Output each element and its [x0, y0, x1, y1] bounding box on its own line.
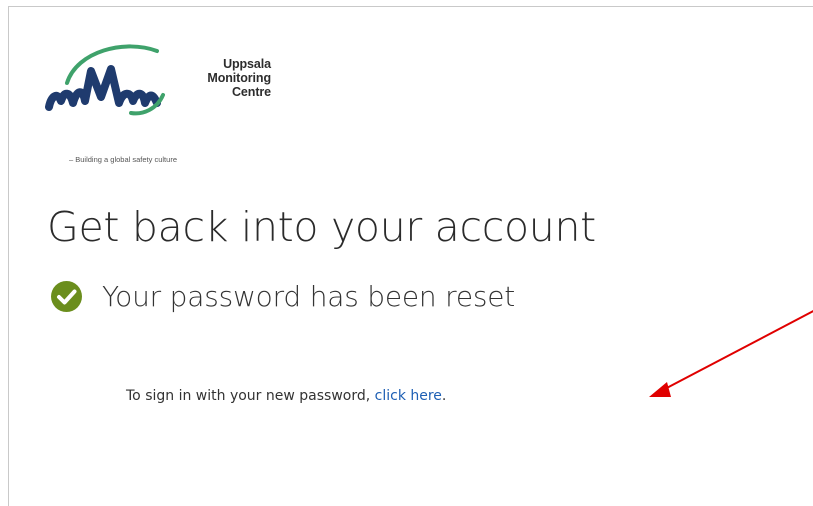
page-title: Get back into your account [47, 203, 596, 251]
umc-logo-mark [45, 44, 165, 116]
umc-logo: Uppsala Monitoring Centre [45, 41, 305, 131]
instruction-prefix: To sign in with your new password, [126, 388, 375, 404]
red-arrow-icon [649, 310, 813, 397]
logo-wordmark: Uppsala Monitoring Centre [177, 57, 271, 99]
click-here-link[interactable]: click here [375, 388, 442, 404]
check-circle-icon [51, 281, 82, 312]
logo-line-1: Uppsala [223, 57, 271, 71]
logo-line-3: Centre [232, 85, 271, 99]
signin-card: Uppsala Monitoring Centre – Building a g… [8, 6, 813, 506]
signin-instructions: To sign in with your new password, click… [126, 388, 446, 404]
status-row: Your password has been reset [51, 280, 515, 313]
logo-tagline: – Building a global safety culture [69, 155, 177, 164]
instruction-suffix: . [441, 388, 447, 404]
status-message: Your password has been reset [102, 280, 516, 313]
logo-line-2: Monitoring [207, 71, 271, 85]
